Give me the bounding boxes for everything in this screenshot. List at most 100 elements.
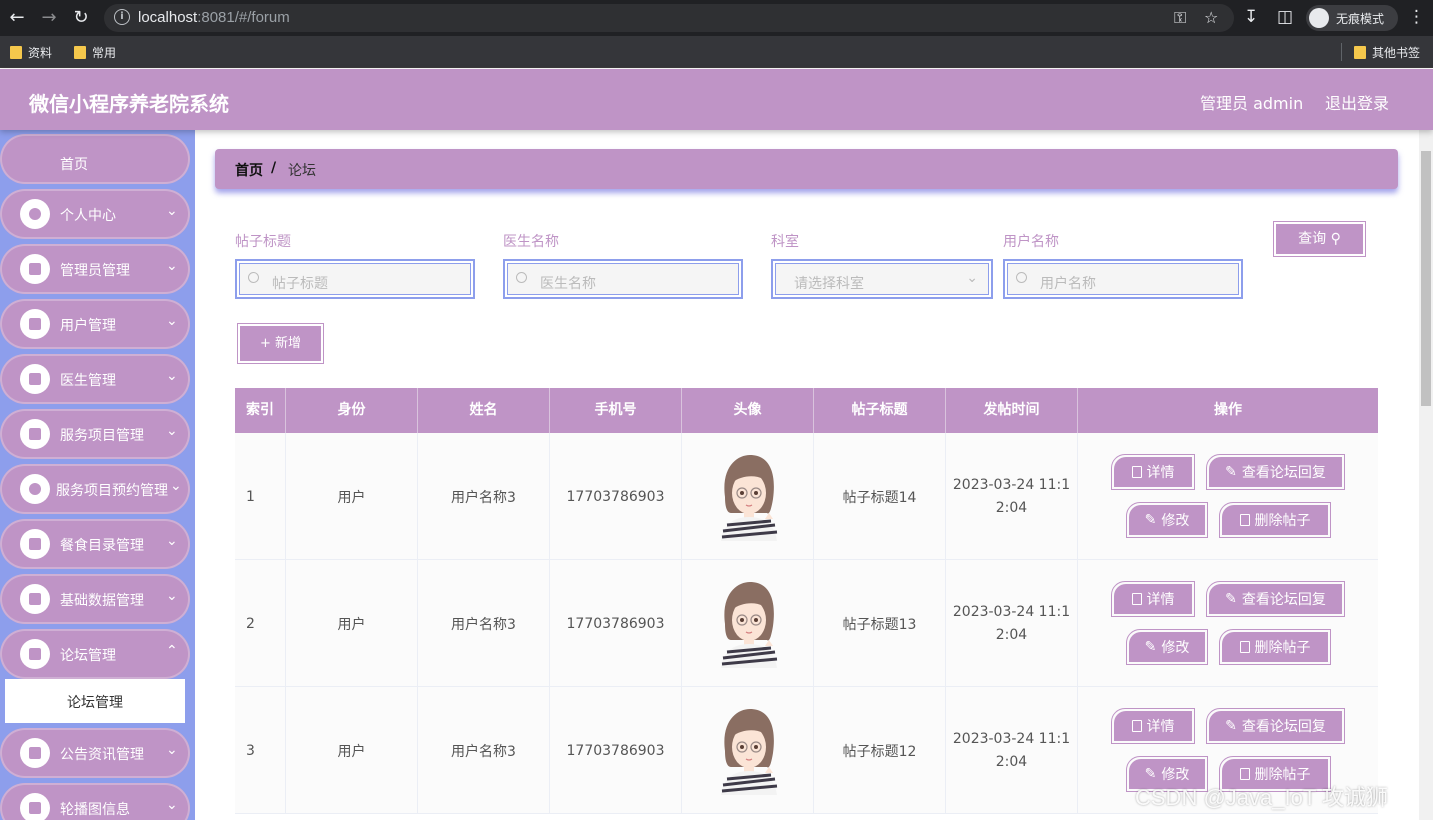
incognito-label: 无痕模式 — [1336, 12, 1385, 26]
avatar — [720, 581, 777, 668]
key-icon[interactable]: ⚿ — [1174, 8, 1186, 28]
department-select[interactable]: 请选择科室 ⌄ — [771, 259, 993, 299]
delete-post-button[interactable]: 删除帖子 — [1219, 502, 1331, 538]
grid-icon — [20, 584, 50, 614]
sidebar-item-forum[interactable]: 论坛管理 ⌃ — [0, 629, 190, 679]
sidepanel-icon[interactable]: ◫ — [1277, 7, 1293, 27]
chevron-down-icon: ⌄ — [166, 742, 178, 758]
pencil-icon: ✎ — [1144, 639, 1157, 655]
user-name-input[interactable]: 用户名称 — [1003, 259, 1243, 299]
sidebar-item-admins[interactable]: 管理员管理 ⌄ — [0, 244, 190, 294]
chevron-down-icon: ⌄ — [166, 203, 178, 219]
edit-button[interactable]: ✎ 修改 — [1126, 502, 1208, 538]
incognito-badge[interactable]: 无痕模式 — [1306, 5, 1398, 31]
monitor-icon — [20, 529, 50, 559]
chevron-down-icon: ⌄ — [166, 423, 178, 439]
department-label: 科室 — [771, 234, 799, 250]
cell-index: 3 — [235, 687, 286, 814]
delete-post-button[interactable]: 删除帖子 — [1219, 629, 1331, 665]
sidebar-item-base-data[interactable]: 基础数据管理 ⌄ — [0, 574, 190, 624]
cell-actions: 详情 ✎ 查看论坛回复 ✎ 修改 删除帖子 — [1078, 560, 1378, 687]
bookmark-folder[interactable]: 常用 — [74, 44, 116, 61]
view-replies-button[interactable]: ✎ 查看论坛回复 — [1206, 454, 1345, 490]
sidebar-item-service-bookings[interactable]: 服务项目预约管理 ⌄ — [0, 464, 190, 514]
avatar — [720, 708, 777, 795]
pencil-icon: ✎ — [1144, 512, 1157, 528]
breadcrumb-separator: / — [271, 160, 277, 176]
search-icon: ⚲ — [1330, 231, 1341, 247]
back-icon[interactable]: ← — [6, 7, 28, 29]
pencil-icon: ✎ — [1225, 464, 1237, 480]
view-replies-button[interactable]: ✎ 查看论坛回复 — [1206, 708, 1345, 744]
sidebar-item-meals[interactable]: 餐食目录管理 ⌄ — [0, 519, 190, 569]
col-actions: 操作 — [1214, 402, 1242, 418]
cell-role: 用户 — [286, 560, 418, 687]
cell-role: 用户 — [286, 433, 418, 560]
menu-dots-icon[interactable]: ⋮ — [1408, 7, 1425, 27]
post-title-input[interactable]: 帖子标题 — [235, 259, 475, 299]
cell-name: 用户名称3 — [418, 560, 550, 687]
sidebar-item-services[interactable]: 服务项目管理 ⌄ — [0, 409, 190, 459]
col-post-title: 帖子标题 — [814, 388, 946, 433]
address-bar[interactable]: i localhost:8081/#/forum ⚿ ☆ — [104, 4, 1234, 32]
person-icon — [20, 474, 50, 504]
chevron-down-icon: ⌄ — [166, 533, 178, 549]
clipboard-icon — [20, 309, 50, 339]
cell-post-title: 帖子标题12 — [814, 687, 946, 814]
sidebar-item-home[interactable]: 首页 — [0, 134, 190, 184]
sidebar-item-profile[interactable]: 个人中心 ⌄ — [0, 189, 190, 239]
sidebar-item-doctors[interactable]: 医生管理 ⌄ — [0, 354, 190, 404]
view-replies-button[interactable]: ✎ 查看论坛回复 — [1206, 581, 1345, 617]
post-title-label: 帖子标题 — [235, 234, 291, 250]
breadcrumb: 首页 / 论坛 — [215, 149, 1398, 189]
chevron-down-icon: ⌄ — [170, 478, 182, 494]
user-icon — [20, 199, 50, 229]
incognito-icon — [1309, 8, 1329, 28]
forward-icon[interactable]: → — [38, 7, 60, 29]
pencil-icon: ✎ — [1225, 591, 1237, 607]
detail-button[interactable]: 详情 — [1111, 708, 1195, 744]
chevron-down-icon: ⌄ — [166, 313, 178, 329]
bookmark-folder[interactable]: 资料 — [10, 44, 52, 61]
cell-post-title: 帖子标题14 — [814, 433, 946, 560]
query-button[interactable]: 查询 ⚲ — [1273, 221, 1366, 257]
detail-button[interactable]: 详情 — [1111, 581, 1195, 617]
app-title: 微信小程序养老院系统 — [29, 92, 229, 116]
site-info-icon[interactable]: i — [114, 9, 130, 25]
add-button[interactable]: + 新增 — [237, 323, 324, 364]
table-header: 索引 身份 姓名 手机号 头像 帖子标题 发帖时间 操作 — [235, 388, 1378, 433]
watermark: CSDN @Java_IoT 攻诚狮 — [1135, 785, 1388, 810]
edit-button[interactable]: ✎ 修改 — [1126, 629, 1208, 665]
page-scrollbar-thumb[interactable] — [1421, 151, 1431, 406]
cell-post-time: 2023-03-24 11:1 2:04 — [946, 433, 1078, 560]
cell-post-time: 2023-03-24 11:1 2:04 — [946, 560, 1078, 687]
doctor-name-input[interactable]: 医生名称 — [503, 259, 743, 299]
document-icon — [1131, 466, 1142, 478]
bookmarks-bar: 资料 常用 其他书签 — [0, 36, 1433, 68]
document-icon — [1131, 593, 1142, 605]
col-avatar: 头像 — [682, 388, 814, 433]
detail-button[interactable]: 详情 — [1111, 454, 1195, 490]
forum-table: 索引 身份 姓名 手机号 头像 帖子标题 发帖时间 操作 1 用户 用户名称3 … — [235, 388, 1378, 820]
chevron-down-icon: ⌄ — [966, 270, 978, 286]
cell-phone: 17703786903 — [550, 433, 682, 560]
breadcrumb-home[interactable]: 首页 — [235, 160, 263, 180]
logout-link[interactable]: 退出登录 — [1325, 90, 1389, 114]
sidebar-item-users[interactable]: 用户管理 ⌄ — [0, 299, 190, 349]
breadcrumb-current: 论坛 — [288, 163, 316, 179]
url-text: localhost:8081/#/forum — [138, 9, 290, 26]
grid-icon — [20, 738, 50, 768]
sidebar-subitem-forum[interactable]: 论坛管理 — [5, 679, 185, 723]
col-name: 姓名 — [418, 388, 550, 433]
sidebar-item-news[interactable]: 公告资讯管理 ⌄ — [0, 728, 190, 778]
sidebar-item-carousel[interactable]: 轮播图信息 ⌄ — [0, 783, 190, 820]
chevron-down-icon: ⌄ — [166, 588, 178, 604]
star-icon[interactable]: ☆ — [1204, 8, 1218, 27]
cell-index: 1 — [235, 433, 286, 560]
clipboard-x-icon — [20, 639, 50, 669]
other-bookmarks[interactable]: 其他书签 — [1354, 44, 1420, 61]
reload-icon[interactable]: ↻ — [70, 7, 92, 29]
download-icon[interactable]: ↧ — [1244, 7, 1258, 27]
search-icon — [248, 272, 259, 283]
chevron-up-icon: ⌃ — [166, 643, 178, 659]
